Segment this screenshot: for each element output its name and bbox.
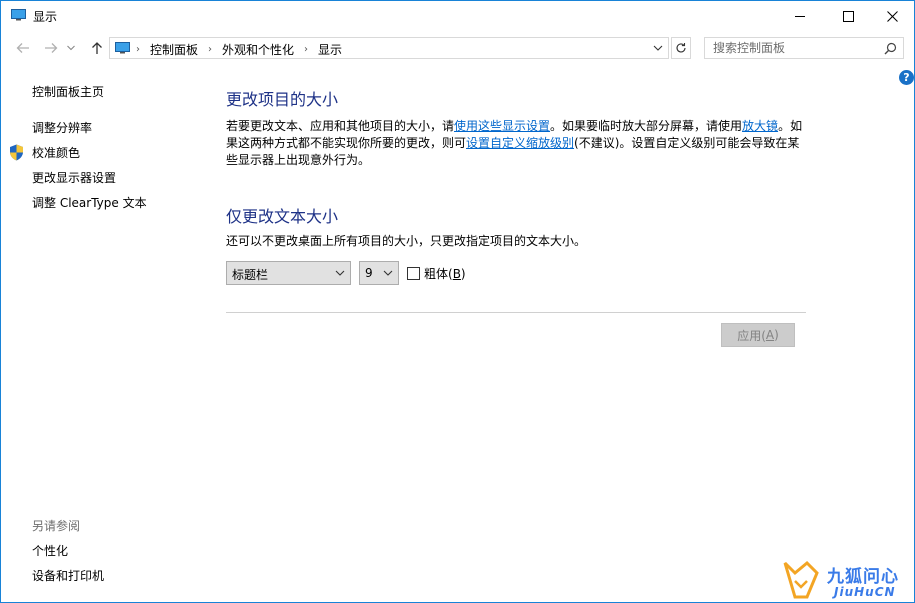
refresh-icon xyxy=(676,43,686,53)
refresh-button[interactable] xyxy=(671,37,691,59)
section-title-change-size: 更改项目的大小 xyxy=(226,90,339,109)
watermark-subtext: JiuHuCN xyxy=(834,585,896,599)
mnemonic: A xyxy=(765,328,775,342)
text-element-value: 标题栏 xyxy=(232,268,269,282)
text-element-select[interactable]: 标题栏 xyxy=(226,261,351,285)
maximize-button[interactable] xyxy=(825,1,871,31)
text-fragment: 粗体( xyxy=(424,267,453,281)
sidebar-item-cleartype[interactable]: 调整 ClearType 文本 xyxy=(32,194,147,211)
breadcrumb: › 控制面板 › 外观和个性化 › 显示 xyxy=(136,41,342,58)
text-fragment: 应用( xyxy=(737,328,766,343)
chevron-down-icon xyxy=(335,270,345,276)
font-size-select[interactable]: 9 xyxy=(359,261,399,285)
up-button[interactable] xyxy=(87,39,107,57)
breadcrumb-item-display[interactable]: 显示 xyxy=(318,41,342,58)
search-box[interactable] xyxy=(704,37,904,59)
arrow-right-icon xyxy=(45,43,58,53)
display-icon xyxy=(11,9,26,21)
watermark-text: 九狐问心 xyxy=(827,567,899,587)
change-size-description: 若要更改文本、应用和其他项目的大小，请使用这些显示设置。如果要临时放大部分屏幕，… xyxy=(226,118,806,169)
control-panel-window: 显示 › 控制面板 › 外观和个性化 › 显示 搜索控制面板 ? 控制面板主页 … xyxy=(0,0,915,603)
text-fragment: ) xyxy=(774,328,779,342)
close-icon xyxy=(886,10,898,22)
close-button[interactable] xyxy=(869,1,914,31)
see-also-heading: 另请参阅 xyxy=(32,519,81,533)
help-button[interactable]: ? xyxy=(899,70,914,85)
text-size-description: 还可以不更改桌面上所有项目的大小，只更改指定项目的文本大小。 xyxy=(226,234,587,248)
search-icon[interactable] xyxy=(884,42,897,55)
chevron-down-icon xyxy=(67,45,75,51)
section-title-text-size: 仅更改文本大小 xyxy=(226,207,339,226)
bold-checkbox[interactable] xyxy=(407,267,420,280)
text-fragment: 若要更改文本、应用和其他项目的大小，请 xyxy=(226,119,455,133)
apply-button[interactable]: 应用(A) xyxy=(721,323,795,347)
recent-locations-button[interactable] xyxy=(65,39,77,57)
magnifier-link[interactable]: 放大镜 xyxy=(742,119,778,133)
mnemonic: B xyxy=(452,267,461,281)
bold-checkbox-label[interactable]: 粗体(B) xyxy=(424,265,466,282)
sidebar-item-label: 校准颜色 xyxy=(32,146,81,160)
display-settings-link[interactable]: 使用这些显示设置 xyxy=(454,119,550,133)
chevron-right-icon[interactable]: › xyxy=(208,44,212,55)
back-button[interactable] xyxy=(13,39,33,57)
minimize-icon xyxy=(794,15,805,17)
control-panel-icon xyxy=(115,42,130,54)
see-also-devices-printers[interactable]: 设备和打印机 xyxy=(32,567,104,584)
address-dropdown-icon[interactable] xyxy=(652,42,664,54)
title-bar: 显示 xyxy=(1,1,914,31)
chevron-down-icon xyxy=(383,270,393,276)
search-input[interactable] xyxy=(713,41,873,55)
forward-button[interactable] xyxy=(41,39,61,57)
breadcrumb-item-appearance[interactable]: 外观和个性化 xyxy=(222,41,294,58)
window-title: 显示 xyxy=(33,10,58,24)
see-also-personalization[interactable]: 个性化 xyxy=(32,542,68,559)
minimize-button[interactable] xyxy=(777,1,823,31)
sidebar-item-display-settings[interactable]: 更改显示器设置 xyxy=(32,169,116,186)
text-fragment: ) xyxy=(460,267,466,281)
shield-icon xyxy=(10,144,23,161)
custom-scaling-link[interactable]: 设置自定义缩放级别 xyxy=(466,136,574,150)
chevron-right-icon: › xyxy=(136,44,140,55)
divider xyxy=(226,312,806,313)
font-size-value: 9 xyxy=(365,266,373,280)
maximize-icon xyxy=(842,10,854,22)
sidebar-item-home[interactable]: 控制面板主页 xyxy=(32,83,104,100)
arrow-up-icon xyxy=(92,42,102,54)
address-bar[interactable]: › 控制面板 › 外观和个性化 › 显示 xyxy=(109,37,669,59)
sidebar-item-resolution[interactable]: 调整分辨率 xyxy=(32,119,92,136)
arrow-left-icon xyxy=(16,43,29,53)
text-fragment: 。如果要临时放大部分屏幕，请使用 xyxy=(550,119,743,133)
breadcrumb-item-control-panel[interactable]: 控制面板 xyxy=(150,41,198,58)
chevron-right-icon[interactable]: › xyxy=(304,44,308,55)
main-content: 更改项目的大小 若要更改文本、应用和其他项目的大小，请使用这些显示设置。如果要临… xyxy=(226,86,806,250)
sidebar-item-calibrate-color[interactable]: 校准颜色 xyxy=(10,144,81,161)
